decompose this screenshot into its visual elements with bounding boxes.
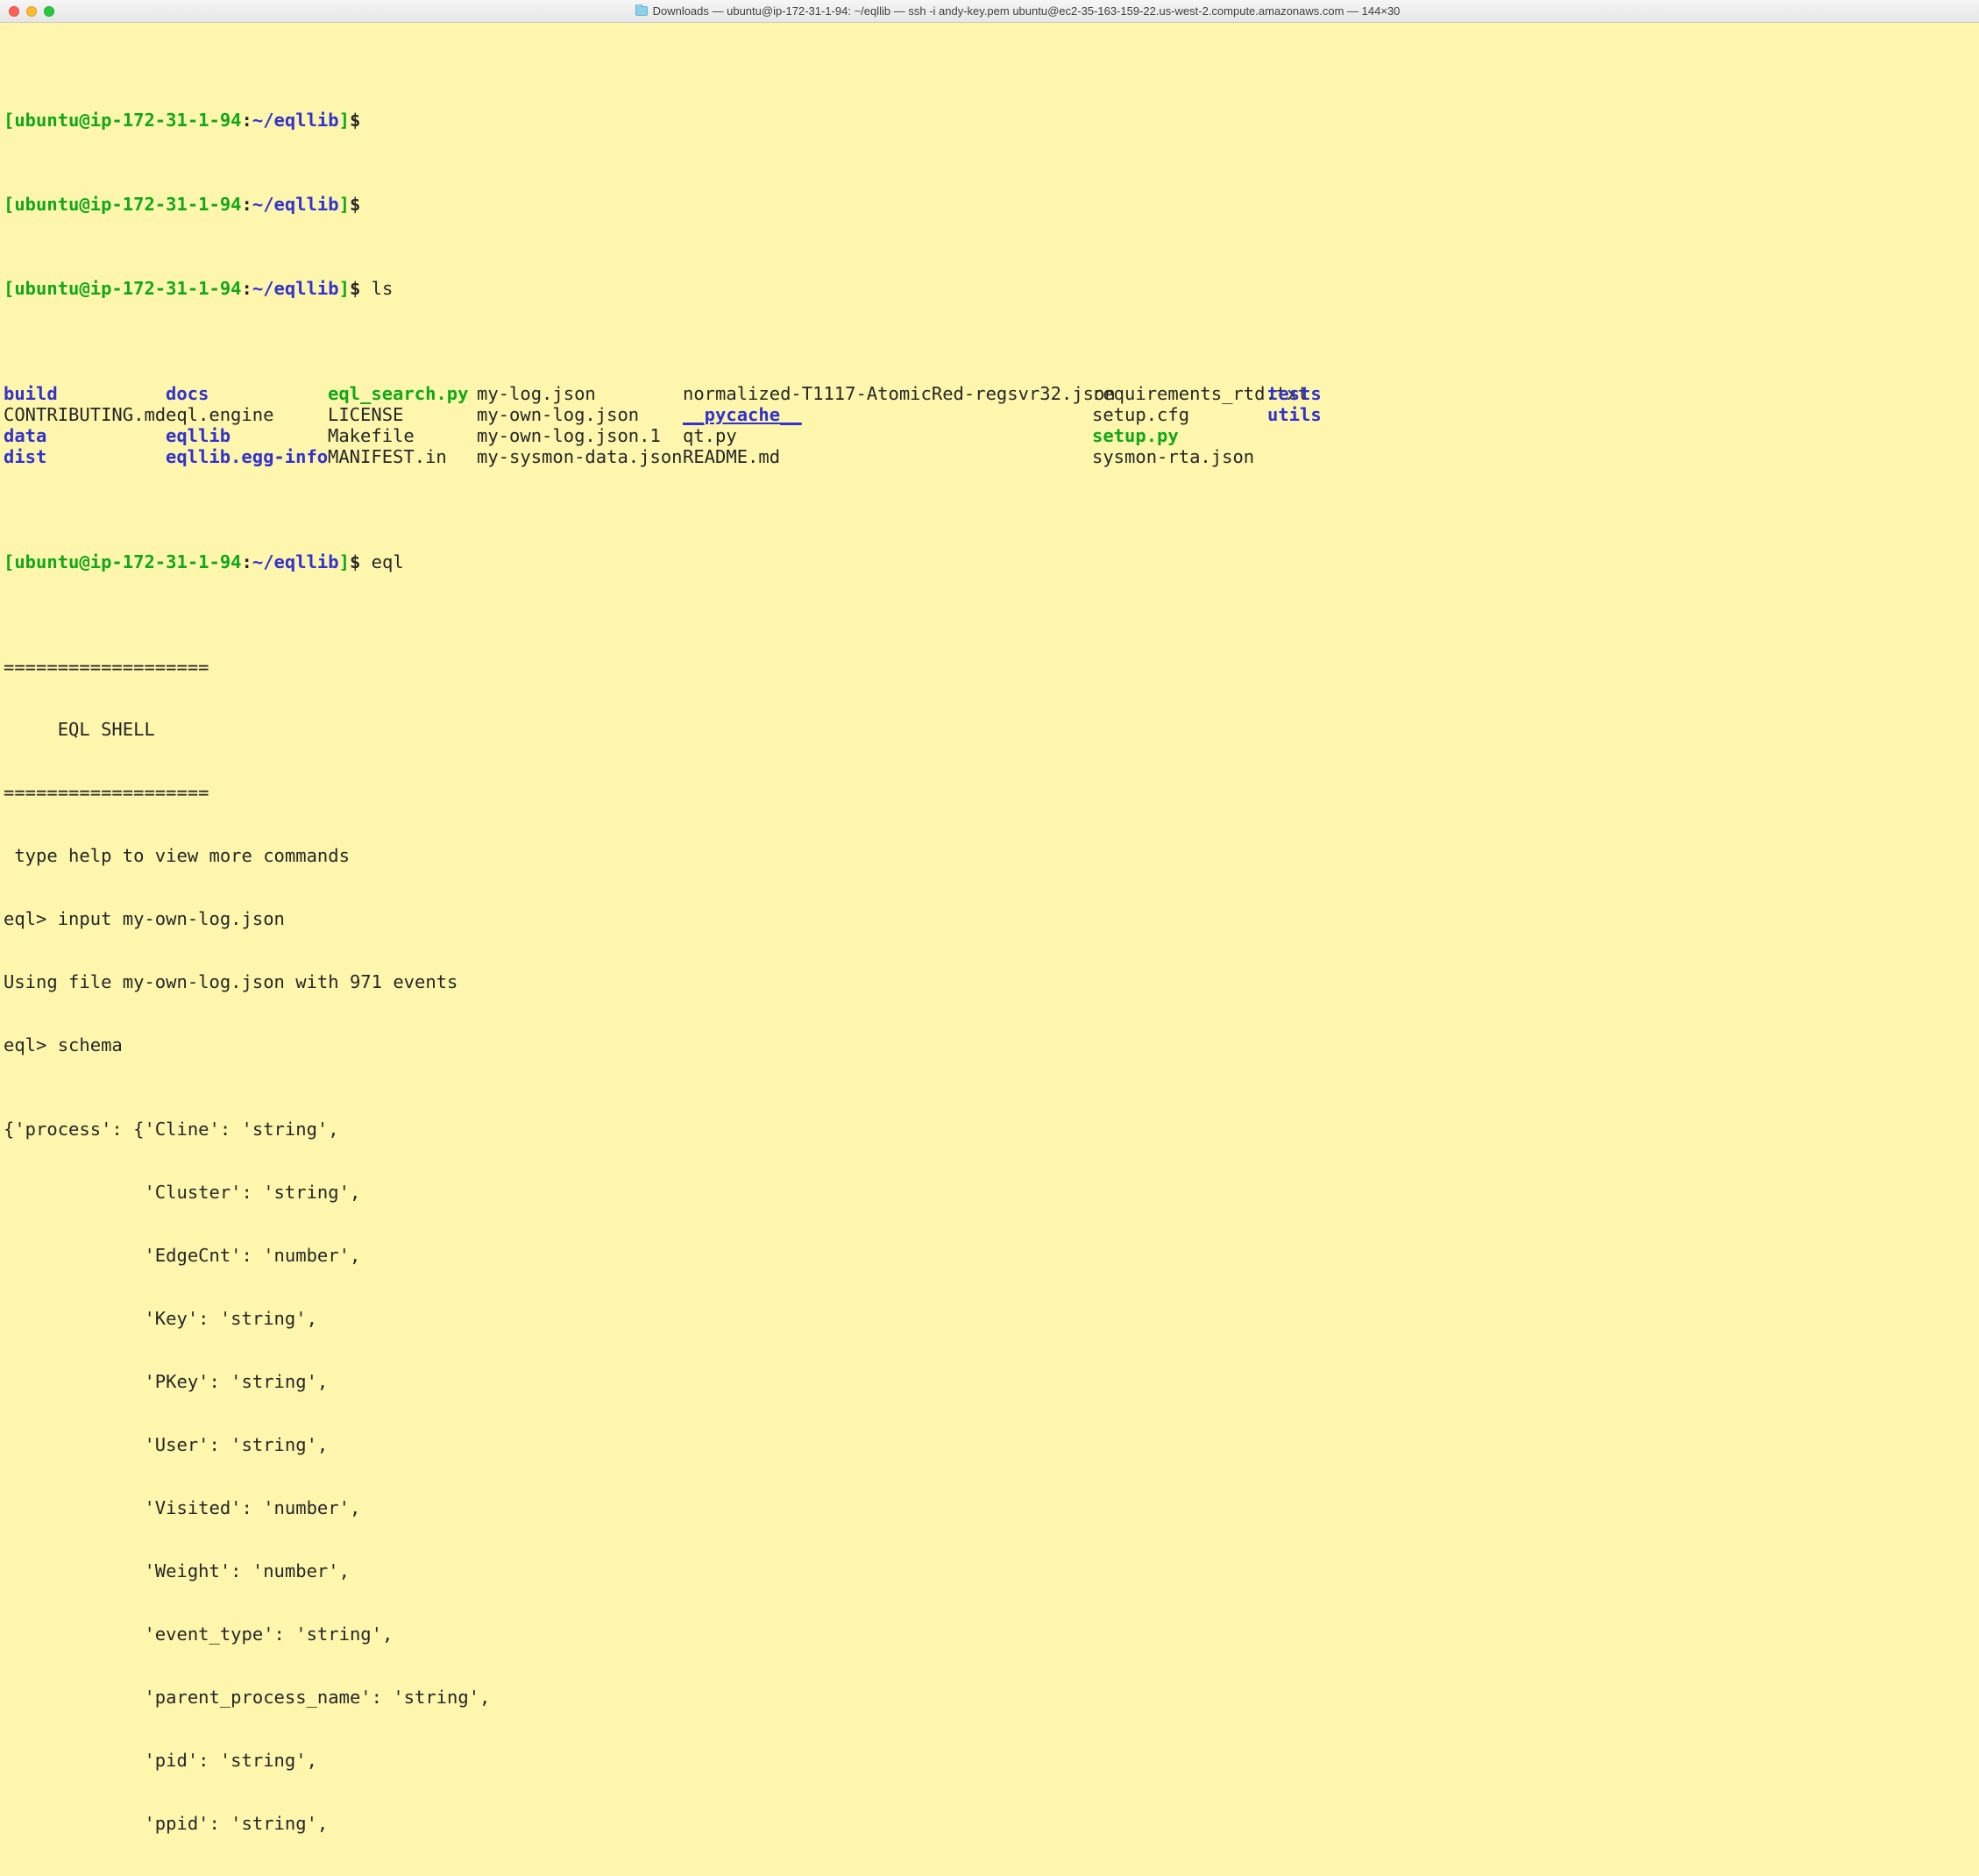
- prompt-symbol: $: [350, 551, 360, 572]
- eql-schema-line: 'User': 'string',: [4, 1434, 1975, 1455]
- eql-schema-line: 'pid': 'string',: [4, 1750, 1975, 1771]
- prompt-symbol: $: [350, 110, 360, 131]
- eql-banner-bar: ===================: [4, 782, 1975, 803]
- ls-entry-file: eql.engine: [166, 404, 328, 425]
- eql-banner-title: EQL SHELL: [4, 719, 1975, 740]
- ls-entry-file: requirements_rtd.txt: [1092, 383, 1267, 404]
- terminal[interactable]: [ubuntu@ip-172-31-1-94:~/eqllib]$ [ubunt…: [0, 23, 1979, 1876]
- prompt-symbol: $: [350, 278, 360, 299]
- prompt-bracket-close: ]: [339, 110, 350, 131]
- ls-entry-file: sysmon-rta.json: [1092, 446, 1267, 467]
- ls-entry-dir: docs: [166, 383, 328, 404]
- ls-entry-dir: dist: [4, 446, 166, 467]
- ls-entry-file: my-own-log.json: [477, 404, 683, 425]
- prompt-bracket-open: [: [4, 194, 14, 215]
- ls-entry-link: __pycache__: [683, 404, 1092, 425]
- prompt-bracket-open: [: [4, 110, 14, 131]
- window-title: Downloads — ubuntu@ip-172-31-1-94: ~/eql…: [653, 4, 1401, 18]
- prompt-line: [ubuntu@ip-172-31-1-94:~/eqllib]$ eql: [4, 551, 1975, 572]
- prompt-userhost: ubuntu@ip-172-31-1-94: [14, 551, 241, 572]
- ls-entry-file: Makefile: [328, 425, 477, 446]
- folder-icon: [635, 6, 648, 16]
- ls-entry-file: setup.cfg: [1092, 404, 1267, 425]
- ls-entry-dir: eqllib.egg-info: [166, 446, 328, 467]
- window-titlebar: Downloads — ubuntu@ip-172-31-1-94: ~/eql…: [0, 0, 1979, 23]
- ls-output: build docs eql_search.py my-log.json nor…: [4, 383, 1975, 467]
- ls-entry-file: MANIFEST.in: [328, 446, 477, 467]
- prompt-line: [ubuntu@ip-172-31-1-94:~/eqllib]$ ls: [4, 278, 1975, 299]
- ls-entry-file: my-sysmon-data.json: [477, 446, 683, 467]
- ls-entry-dir: utils: [1267, 404, 1975, 425]
- prompt-userhost: ubuntu@ip-172-31-1-94: [14, 194, 241, 215]
- maximize-icon[interactable]: [44, 6, 54, 17]
- eql-schema-line: 'EdgeCnt': 'number',: [4, 1245, 1975, 1266]
- prompt-cwd: ~/eqllib: [252, 278, 339, 299]
- prompt-sep: :: [242, 278, 252, 299]
- ls-entry-dir: tests: [1267, 383, 1975, 404]
- prompt-sep: :: [242, 551, 252, 572]
- prompt-bracket-open: [: [4, 551, 14, 572]
- prompt-cwd: ~/eqllib: [252, 551, 339, 572]
- eql-schema-line: 'Key': 'string',: [4, 1308, 1975, 1329]
- prompt-sep: :: [242, 110, 252, 131]
- prompt-line: [ubuntu@ip-172-31-1-94:~/eqllib]$: [4, 110, 1975, 131]
- close-icon[interactable]: [9, 6, 19, 17]
- eql-banner-bar: ===================: [4, 657, 1975, 678]
- ls-entry-file: my-log.json: [477, 383, 683, 404]
- command-text: ls: [372, 278, 394, 299]
- ls-entry-dir: eqllib: [166, 425, 328, 446]
- prompt-bracket-close: ]: [339, 278, 350, 299]
- ls-entry-file: CONTRIBUTING.md: [4, 404, 166, 425]
- prompt-sep: :: [242, 194, 252, 215]
- prompt-line: [ubuntu@ip-172-31-1-94:~/eqllib]$: [4, 194, 1975, 215]
- ls-entry-exe: eql_search.py: [328, 383, 477, 404]
- eql-schema-line: 'Weight': 'number',: [4, 1560, 1975, 1581]
- prompt-cwd: ~/eqllib: [252, 194, 339, 215]
- eql-schema-line: 'Visited': 'number',: [4, 1497, 1975, 1518]
- command-text: eql: [372, 551, 404, 572]
- ls-entry-file: LICENSE: [328, 404, 477, 425]
- ls-entry-exe: setup.py: [1092, 425, 1267, 446]
- eql-schema-line: 'PKey': 'string',: [4, 1371, 1975, 1392]
- ls-entry-file: qt.py: [683, 425, 1092, 446]
- prompt-userhost: ubuntu@ip-172-31-1-94: [14, 278, 241, 299]
- eql-help-hint: type help to view more commands: [4, 845, 1975, 866]
- minimize-icon[interactable]: [26, 6, 37, 17]
- eql-schema-line: {'process': {'Cline': 'string',: [4, 1119, 1975, 1140]
- prompt-bracket-open: [: [4, 278, 14, 299]
- eql-schema-line: 'ppid': 'string',: [4, 1813, 1975, 1834]
- window-title-wrap: Downloads — ubuntu@ip-172-31-1-94: ~/eql…: [65, 4, 1970, 18]
- prompt-userhost: ubuntu@ip-172-31-1-94: [14, 110, 241, 131]
- prompt-bracket-close: ]: [339, 194, 350, 215]
- eql-prompt-input: eql> input my-own-log.json: [4, 908, 1975, 929]
- ls-entry-file: normalized-T1117-AtomicRed-regsvr32.json: [683, 383, 1092, 404]
- window-controls: [9, 6, 54, 17]
- eql-schema-line: 'parent_process_name': 'string',: [4, 1687, 1975, 1708]
- eql-using-line: Using file my-own-log.json with 971 even…: [4, 971, 1975, 992]
- prompt-cwd: ~/eqllib: [252, 110, 339, 131]
- ls-entry-file: README.md: [683, 446, 1092, 467]
- ls-entry-file: my-own-log.json.1: [477, 425, 683, 446]
- ls-entry-dir: data: [4, 425, 166, 446]
- eql-prompt-schema: eql> schema: [4, 1034, 1975, 1055]
- prompt-bracket-close: ]: [339, 551, 350, 572]
- eql-schema-line: 'Cluster': 'string',: [4, 1182, 1975, 1203]
- eql-schema-line: 'event_type': 'string',: [4, 1624, 1975, 1645]
- ls-entry-dir: build: [4, 383, 166, 404]
- prompt-symbol: $: [350, 194, 360, 215]
